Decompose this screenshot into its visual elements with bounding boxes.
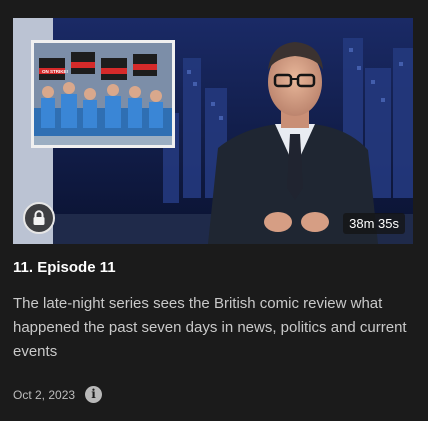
duration-badge: 38m 35s: [343, 213, 405, 234]
episode-title[interactable]: 11. Episode 11: [13, 259, 116, 276]
episode-thumbnail[interactable]: ON STRIKE! 38m 35s: [13, 18, 413, 244]
air-date: Oct 2, 2023: [13, 387, 76, 402]
inset-sign-text: ON STRIKE!: [42, 69, 69, 74]
info-icon[interactable]: i: [85, 386, 103, 403]
thumbnail-scene: ON STRIKE!: [13, 18, 413, 244]
episode-description: The late-night series sees the British c…: [13, 295, 407, 360]
episode-card: ON STRIKE! 38m 35s 11. Episode 11 The la…: [0, 0, 428, 421]
episode-meta: Oct 2, 2023 i: [13, 386, 103, 403]
lock-badge: [23, 202, 55, 234]
lock-icon: [33, 210, 45, 225]
